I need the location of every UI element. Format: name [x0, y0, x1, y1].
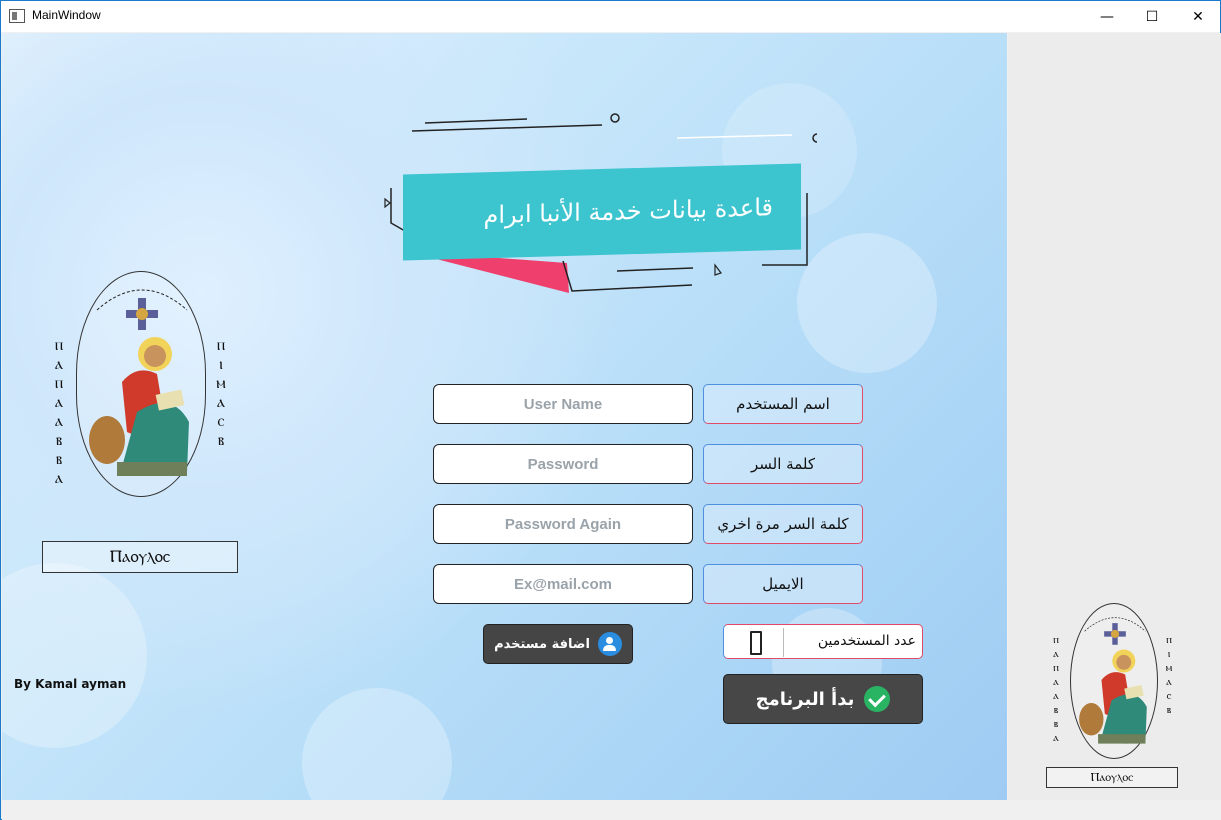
author-credit: By Kamal ayman — [14, 677, 127, 691]
add-user-icon — [597, 632, 622, 656]
church-logo: ⲡ ⲁ ⲡ ⲁ ⲁ ⲃ ⲃ ⲁ ⲡ ⲓ ⲙ ⲁ ⲥ ⲃ Ⲡⲁⲟⲩⲗⲟⲥ — [42, 271, 242, 573]
username-input[interactable] — [433, 384, 693, 424]
side-panel: ⲡ ⲁ ⲡ ⲁ ⲁ ⲃ ⲃ ⲁ ⲡ ⲓ ⲙ ⲁ ⲥ ⲃ Ⲡⲁⲟⲩⲗⲟⲥ — [1008, 33, 1221, 800]
status-bar — [2, 800, 1221, 820]
main-window: MainWindow — ☐ ✕ قاعدة بيانات خدمة الأنب… — [0, 0, 1221, 820]
saint-icon-image — [89, 289, 189, 476]
background-bubble — [797, 233, 937, 373]
password-again-input[interactable] — [433, 504, 693, 544]
saint-icon-image-small — [1079, 617, 1147, 744]
logo-frame — [76, 271, 206, 497]
logo-small-left-letters: ⲡ ⲁ ⲡ ⲁ ⲁ ⲃ ⲃ ⲁ — [1053, 633, 1059, 744]
username-label: اسم المستخدم — [703, 384, 863, 424]
main-panel: قاعدة بيانات خدمة الأنبا ابرام ⲡ ⲁ ⲡ ⲁ ⲁ… — [2, 33, 1007, 800]
banner-title: قاعدة بيانات خدمة الأنبا ابرام — [483, 193, 773, 230]
email-input[interactable] — [433, 564, 693, 604]
password-label: كلمة السر — [703, 444, 863, 484]
banner-title-box: قاعدة بيانات خدمة الأنبا ابرام — [403, 163, 801, 261]
logo-left-letters: ⲡ ⲁ ⲡ ⲁ ⲁ ⲃ ⲃ ⲁ — [54, 335, 64, 487]
logo-caption: Ⲡⲁⲟⲩⲗⲟⲥ — [42, 541, 238, 573]
title-bar[interactable]: MainWindow — ☐ ✕ — [1, 1, 1220, 32]
user-count-value: 0 — [749, 630, 762, 655]
user-count-label: عدد المستخدمين — [817, 633, 916, 649]
maximize-button[interactable]: ☐ — [1129, 1, 1175, 32]
background-bubble — [302, 688, 452, 800]
user-count-lcd: 0 — [728, 628, 784, 657]
close-button[interactable]: ✕ — [1175, 1, 1221, 32]
background-bubble — [2, 563, 147, 748]
minimize-button[interactable]: — — [1084, 1, 1130, 32]
banner: قاعدة بيانات خدمة الأنبا ابرام — [377, 113, 817, 303]
add-user-button-label: اضافة مستخدم — [494, 636, 590, 652]
check-icon — [864, 686, 891, 712]
start-program-button-label: بدأ البرنامج — [755, 688, 855, 710]
user-count-box: 0 عدد المستخدمين — [723, 624, 923, 659]
church-logo-small: ⲡ ⲁ ⲡ ⲁ ⲁ ⲃ ⲃ ⲁ ⲡ ⲓ ⲙ ⲁ ⲥ ⲃ Ⲡⲁⲟⲩⲗⲟⲥ — [1046, 603, 1186, 793]
minimize-icon: — — [1100, 8, 1114, 25]
maximize-icon: ☐ — [1145, 8, 1159, 25]
window-title: MainWindow — [32, 8, 101, 22]
logo-small-caption: Ⲡⲁⲟⲩⲗⲟⲥ — [1046, 767, 1178, 788]
add-user-button[interactable]: اضافة مستخدم — [483, 624, 633, 664]
app-window-icon — [9, 9, 25, 23]
logo-small-right-letters: ⲡ ⲓ ⲙ ⲁ ⲥ ⲃ — [1165, 633, 1173, 716]
password-again-label: كلمة السر مرة اخري — [703, 504, 863, 544]
email-label: الايميل — [703, 564, 863, 604]
logo-right-letters: ⲡ ⲓ ⲙ ⲁ ⲥ ⲃ — [216, 335, 226, 449]
start-program-button[interactable]: بدأ البرنامج — [723, 674, 923, 724]
password-input[interactable] — [433, 444, 693, 484]
close-icon: ✕ — [1192, 8, 1204, 25]
logo-frame-small — [1070, 603, 1158, 759]
